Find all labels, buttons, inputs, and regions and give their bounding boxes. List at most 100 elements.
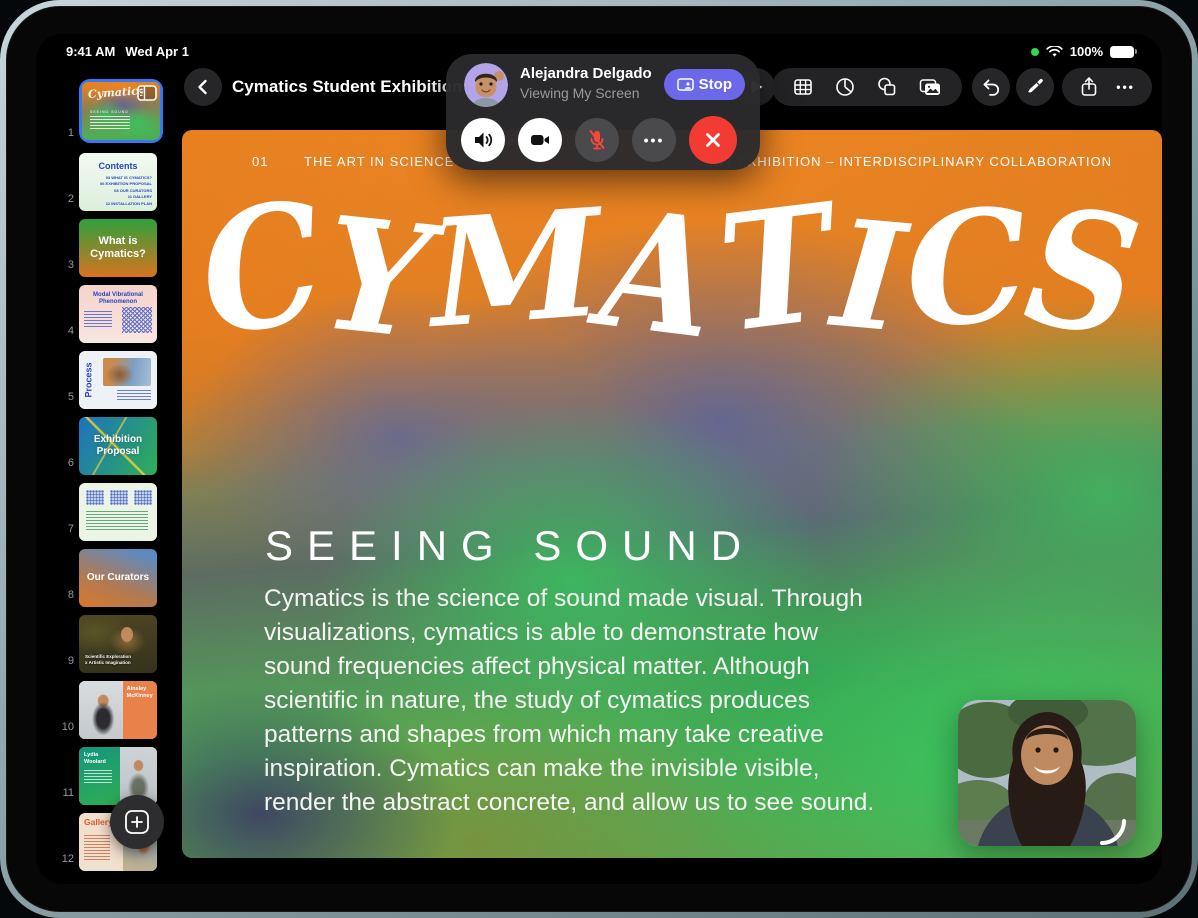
call-more-button[interactable]: ••• bbox=[632, 118, 676, 162]
shapes-icon bbox=[878, 77, 896, 96]
slide-thumbnail-5[interactable]: Process bbox=[79, 351, 157, 409]
slide-number: 3 bbox=[67, 259, 74, 271]
sidebar-toggle-icon bbox=[137, 85, 157, 101]
slide-thumbnail-10[interactable]: Ainsley McKinney bbox=[79, 681, 157, 739]
recording-indicator-icon bbox=[1030, 47, 1039, 56]
slide-number: 12 bbox=[61, 853, 74, 865]
slide-row-6: 6 Exhibition Proposal bbox=[58, 409, 176, 475]
slide-number: 8 bbox=[67, 589, 74, 601]
thumb-photo bbox=[79, 681, 123, 739]
slide-row-4: 4 Modal Vibrational Phenomenon bbox=[58, 277, 176, 343]
thumb-panel: Ainsley McKinney bbox=[122, 681, 157, 739]
undo-icon bbox=[983, 79, 1000, 96]
thumb-body-lines bbox=[117, 390, 151, 402]
slide-page-number[interactable]: 01 bbox=[252, 154, 268, 169]
status-time: 9:41 AM bbox=[66, 44, 116, 59]
more-button[interactable]: ••• bbox=[1116, 80, 1135, 94]
slide-thumbnail-2[interactable]: Contents 03 WHAT IS CYMATICS? 06 EXHIBIT… bbox=[79, 153, 157, 211]
slide-row-2: 2 Contents 03 WHAT IS CYMATICS? 06 EXHIB… bbox=[58, 145, 176, 211]
thumb-title: Cymatics bbox=[87, 84, 145, 101]
photos-icon bbox=[919, 79, 940, 95]
insert-toolbar-group bbox=[772, 68, 962, 106]
slide-number: 5 bbox=[67, 391, 74, 403]
slide-number: 7 bbox=[67, 523, 74, 535]
thumb-body-lines bbox=[90, 116, 130, 130]
slide-body-text[interactable]: Cymatics is the science of sound made vi… bbox=[264, 582, 882, 820]
slide-number: 2 bbox=[67, 193, 74, 205]
slide-heading[interactable]: SEEING SOUND bbox=[265, 522, 755, 570]
slide-row-5: 5 Process bbox=[58, 343, 176, 409]
slide-thumbnail-4[interactable]: Modal Vibrational Phenomenon bbox=[79, 285, 157, 343]
status-date: Wed Apr 1 bbox=[125, 44, 189, 59]
slide-kicker-left[interactable]: THE ART IN SCIENCE bbox=[304, 154, 454, 169]
pie-chart-icon bbox=[836, 78, 854, 96]
thumb-title: What is Cymatics? bbox=[90, 235, 146, 260]
selected-slide-highlight: Cymatics SEEING SOUND bbox=[79, 79, 163, 143]
facetime-overlay[interactable]: Alejandra Delgado Viewing My Screen Stop bbox=[446, 54, 760, 170]
end-call-button[interactable] bbox=[689, 116, 737, 164]
camera-button[interactable] bbox=[518, 118, 562, 162]
share-more-group: ••• bbox=[1062, 68, 1152, 106]
ipad-screen: 9:41 AM Wed Apr 1 100% Cymatics Student … bbox=[36, 34, 1162, 884]
add-slide-icon bbox=[125, 810, 149, 834]
share-icon bbox=[1081, 77, 1097, 96]
slide-row-11: 11 Lydia Woolard bbox=[58, 739, 176, 805]
slide-thumbnail-9[interactable]: Scientific Exploration x Artistic Imagin… bbox=[79, 615, 157, 673]
slide-number: 11 bbox=[62, 787, 74, 799]
mute-button[interactable] bbox=[575, 118, 619, 162]
thumb-title: Lydia Woolard bbox=[84, 752, 106, 766]
call-controls: ••• bbox=[461, 116, 737, 164]
caller-avatar bbox=[464, 63, 508, 107]
slide-thumbnail-8[interactable]: Our Curators bbox=[79, 549, 157, 607]
slide-canvas[interactable]: 01 THE ART IN SCIENCE ENT EXHIBITION – I… bbox=[182, 130, 1162, 858]
thumb-contents-list: 03 WHAT IS CYMATICS? 06 EXHIBITION PROPO… bbox=[99, 175, 152, 206]
add-slide-button[interactable] bbox=[110, 795, 164, 849]
slide-row-1: 1 Cymatics SEEING SOUND bbox=[58, 79, 176, 145]
thumb-title: Scientific Exploration x Artistic Imagin… bbox=[85, 653, 132, 666]
speaker-button[interactable] bbox=[461, 118, 505, 162]
thumb-photo bbox=[103, 358, 151, 386]
chevron-left-icon bbox=[198, 79, 207, 95]
slide-thumbnail-7[interactable] bbox=[79, 483, 157, 541]
ipad-screenshot: 9:41 AM Wed Apr 1 100% Cymatics Student … bbox=[0, 0, 1198, 918]
insert-media-button[interactable] bbox=[918, 76, 942, 98]
more-icon: ••• bbox=[643, 132, 665, 148]
slide-number: 1 bbox=[67, 127, 74, 139]
slide-number: 10 bbox=[61, 721, 74, 733]
sidebar-toggle-button[interactable] bbox=[137, 85, 157, 106]
share-button[interactable] bbox=[1079, 76, 1099, 98]
thumb-title: Gallery bbox=[84, 817, 113, 827]
thumb-title: Contents bbox=[98, 161, 138, 171]
insert-table-button[interactable] bbox=[792, 76, 814, 98]
thumb-photo bbox=[121, 627, 133, 642]
slide-thumbnail-6[interactable]: Exhibition Proposal bbox=[79, 417, 157, 475]
slide-kicker-right[interactable]: ENT EXHIBITION – INTERDISCIPLINARY COLLA… bbox=[704, 154, 1112, 169]
stop-sharing-button[interactable]: Stop bbox=[663, 69, 745, 100]
slide-row-10: 10 Ainsley McKinney bbox=[58, 673, 176, 739]
back-button[interactable] bbox=[184, 68, 222, 106]
slide-row-9: 9 Scientific Exploration x Artistic Imag… bbox=[58, 607, 176, 673]
mic-muted-icon bbox=[589, 130, 605, 150]
table-icon bbox=[794, 79, 812, 95]
undo-button[interactable] bbox=[972, 68, 1010, 106]
thumb-title: Ainsley McKinney bbox=[126, 686, 153, 700]
slide-row-8: 8 Our Curators bbox=[58, 541, 176, 607]
thumb-title: Exhibition Proposal bbox=[93, 434, 143, 457]
battery-percent: 100% bbox=[1069, 44, 1103, 59]
insert-shape-button[interactable] bbox=[876, 76, 898, 98]
slide-number: 9 bbox=[67, 655, 74, 667]
caller-name: Alejandra Delgado bbox=[520, 65, 652, 82]
wifi-icon bbox=[1046, 45, 1063, 57]
close-icon bbox=[706, 133, 720, 147]
slide-title-cymatics[interactable]: CYMATICS bbox=[182, 163, 1162, 376]
insert-chart-button[interactable] bbox=[834, 76, 856, 98]
slide-number: 4 bbox=[67, 325, 74, 337]
speaker-icon bbox=[475, 132, 493, 148]
slide-thumbnail-3[interactable]: What is Cymatics? bbox=[79, 219, 157, 277]
slide-thumbnail-1[interactable]: Cymatics SEEING SOUND bbox=[82, 82, 160, 140]
slide-navigator: 1 Cymatics SEEING SOUND 2 Contents 03 WH… bbox=[58, 79, 176, 884]
corner-swipe-indicator bbox=[1098, 817, 1128, 852]
thumb-pattern bbox=[122, 307, 152, 333]
document-title[interactable]: Cymatics Student Exhibition bbox=[232, 68, 462, 106]
format-brush-button[interactable] bbox=[1016, 68, 1054, 106]
